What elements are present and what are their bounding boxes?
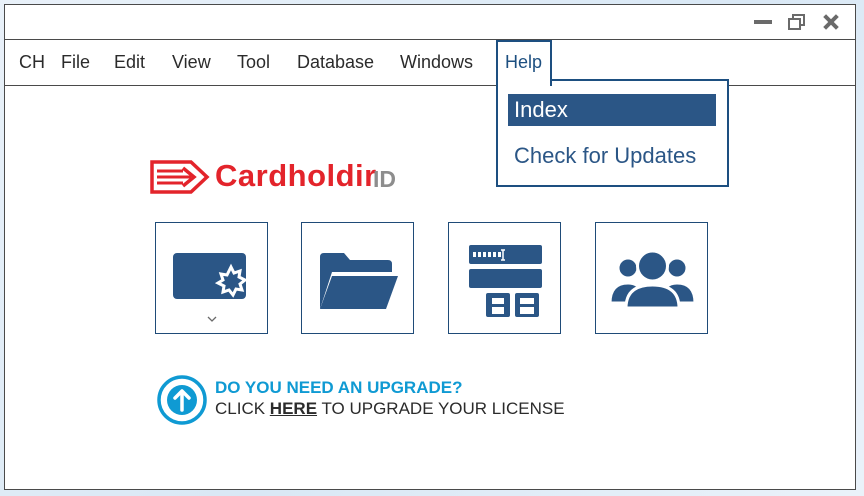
database-form-icon [469,245,542,317]
upgrade-here-link[interactable]: HERE [270,399,317,418]
database-tile[interactable] [448,222,561,334]
menu-database[interactable]: Database [297,52,374,73]
title-bar [5,5,855,39]
help-menu-check-for-updates[interactable]: Check for Updates [514,143,696,169]
minimize-icon[interactable] [753,13,773,31]
upgrade-title: DO YOU NEED AN UPGRADE? [215,378,463,397]
menu-file[interactable]: File [61,52,90,73]
new-card-tile[interactable] [155,222,268,334]
help-dropdown: Index Check for Updates [496,79,729,187]
app-window: CH File Edit View Tool Database Windows … [4,4,856,490]
id-card-badge-icon [173,253,248,322]
help-menu-index[interactable]: Index [508,94,716,126]
open-folder-tile[interactable] [301,222,414,334]
menu-windows[interactable]: Windows [400,52,473,73]
upgrade-message: CLICK HERE TO UPGRADE YOUR LICENSE [215,399,565,419]
logo-suffix: ID [373,166,396,192]
upgrade-prefix: CLICK [215,399,270,418]
logo-name: Cardholdir [215,158,377,193]
close-icon[interactable] [821,13,841,31]
upgrade-arrow-icon[interactable] [156,374,208,426]
users-group-icon [608,249,697,310]
upgrade-suffix: TO UPGRADE YOUR LICENSE [317,399,565,418]
menu-view[interactable]: View [172,52,211,73]
menu-edit[interactable]: Edit [114,52,145,73]
folder-open-icon [320,253,398,309]
menu-help[interactable]: Help [496,40,552,86]
users-tile[interactable] [595,222,708,334]
cardholdir-logo: Cardholdir ID [147,157,417,199]
logo-arrow-icon [150,160,210,194]
restore-icon[interactable] [787,13,807,31]
menu-ch[interactable]: CH [19,52,45,73]
menu-tool[interactable]: Tool [237,52,270,73]
